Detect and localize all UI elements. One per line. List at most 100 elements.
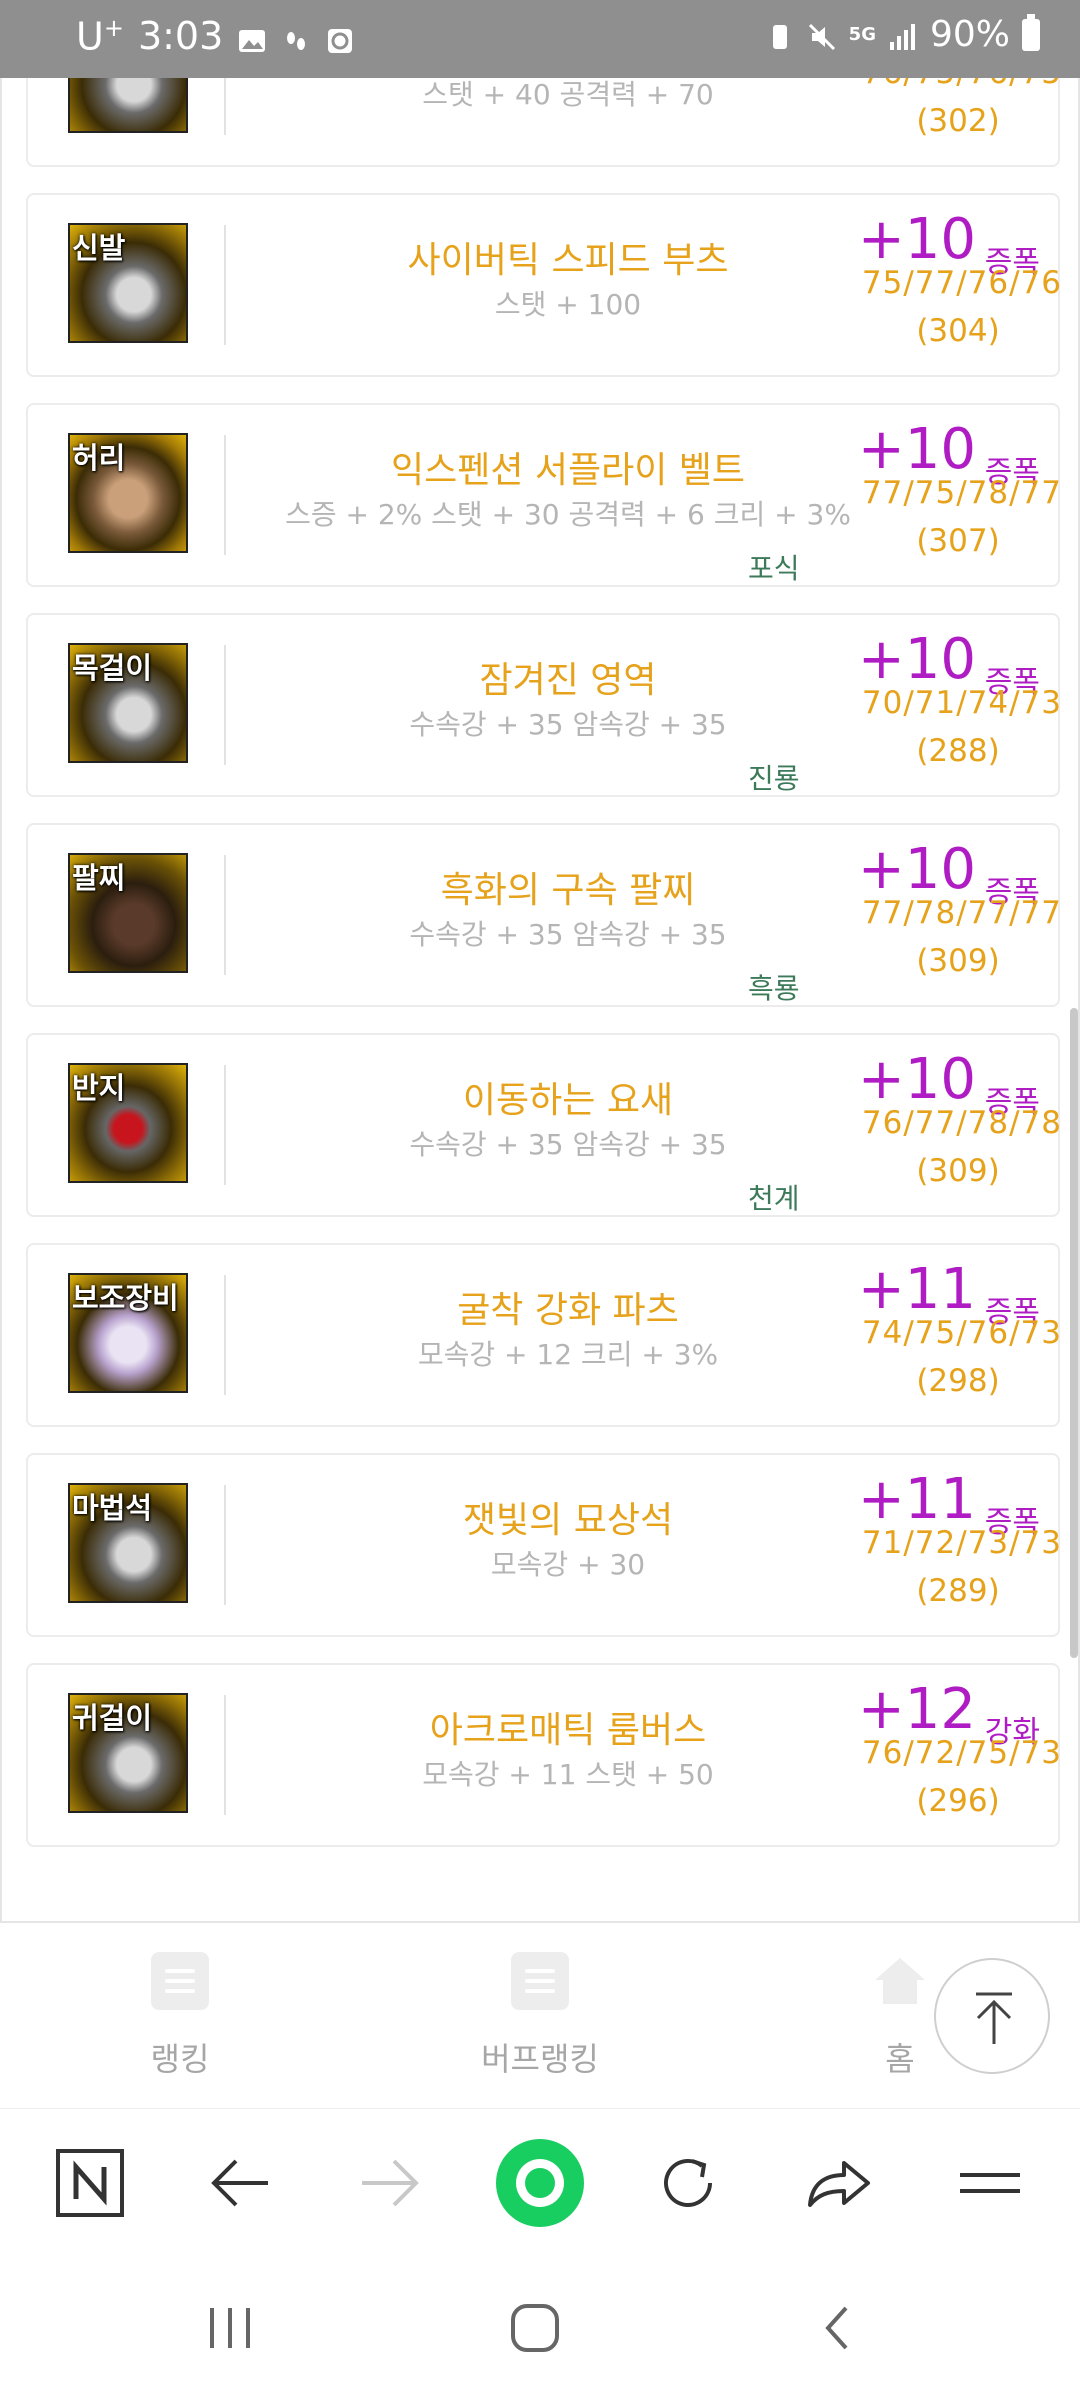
mute-icon xyxy=(807,20,837,50)
slot-label: 보조장비 xyxy=(72,1281,179,1315)
item-sub-label: 흑룡 xyxy=(748,972,800,1005)
item-stats: 스증 + 2% 스탯 + 30 공격력 + 6 크리 + 3% xyxy=(285,498,851,531)
divider xyxy=(224,225,226,345)
item-total: (289) xyxy=(916,1573,1000,1609)
item-name[interactable]: 익스펜션 서플라이 벨트 xyxy=(228,441,908,493)
divider xyxy=(224,435,226,555)
item-sub-label: 포식 xyxy=(748,552,800,585)
item-status-values: 76/77/78/78 xyxy=(861,1105,1062,1141)
alarm-icon xyxy=(325,21,355,54)
item-level: +10 xyxy=(857,417,976,482)
item-level: +10 xyxy=(857,837,976,902)
item-thumbnail: 목걸이 xyxy=(68,643,188,763)
item-level: +10 xyxy=(857,207,976,272)
item-status-values: 71/72/73/73 xyxy=(861,1525,1062,1561)
divider xyxy=(224,78,226,135)
item-total: (302) xyxy=(916,103,1000,139)
item-thumbnail: 보조장비 xyxy=(68,1273,188,1393)
item-stats: 모속강 + 12 크리 + 3% xyxy=(417,1338,719,1371)
item-total: (296) xyxy=(916,1783,1000,1819)
network-type: 5G xyxy=(848,24,876,45)
home-button[interactable] xyxy=(505,2298,565,2362)
share-icon[interactable] xyxy=(798,2143,878,2223)
item-level: +10 xyxy=(857,1047,976,1112)
signal-icon xyxy=(888,20,918,50)
item-thumbnail: 반지 xyxy=(68,1063,188,1183)
item-name[interactable]: 굴착 강화 파츠 xyxy=(228,1281,908,1333)
equipment-card[interactable]: 하의로보티카 컴뱃 팬츠스탯 + 40 공격력 + 70+10증폭76/75/7… xyxy=(26,78,1062,167)
item-stats: 모속강 + 30 xyxy=(490,1548,646,1581)
back-button[interactable] xyxy=(808,2298,868,2362)
item-thumbnail: 마법석 xyxy=(68,1483,188,1603)
item-total: (304) xyxy=(916,313,1000,349)
item-status-values: 74/75/76/73 xyxy=(861,1315,1062,1351)
carrier-label: U+ xyxy=(76,14,124,59)
slot-label: 신발 xyxy=(72,231,126,265)
item-status-values: 76/72/75/73 xyxy=(861,1735,1062,1771)
item-name[interactable]: 흑화의 구속 팔찌 xyxy=(228,861,908,913)
item-stats: 스탯 + 40 공격력 + 70 xyxy=(422,78,714,111)
recycle-icon xyxy=(765,20,795,50)
recent-apps-icon xyxy=(210,2308,250,2348)
item-status-values: 70/71/74/73 xyxy=(861,685,1062,721)
equipment-card[interactable]: 목걸이 잠겨진 영역 수속강 + 35 암속강 + 35 진룡 +10 증폭 70/71/7… xyxy=(26,613,1062,797)
divider xyxy=(224,1485,226,1605)
item-thumbnail: 신발 xyxy=(68,223,188,343)
back-arrow-icon[interactable] xyxy=(200,2143,280,2223)
item-name[interactable]: 잿빛의 묘상석 xyxy=(228,1491,908,1543)
hamburger-menu-icon[interactable] xyxy=(950,2143,1030,2223)
site-bottom-nav: 랭킹 버프랭킹 홈 xyxy=(0,1928,1080,2108)
divider xyxy=(224,645,226,765)
browser-toolbar xyxy=(0,2108,1080,2259)
reload-icon[interactable] xyxy=(648,2143,728,2223)
list-icon xyxy=(151,1952,209,2010)
battery-percent: 90% xyxy=(929,14,1010,55)
item-name[interactable]: 잠겨진 영역 xyxy=(228,651,908,703)
item-status-values: 75/77/76/76 xyxy=(861,265,1062,301)
divider xyxy=(224,1695,226,1815)
naver-n-icon[interactable] xyxy=(50,2143,130,2223)
equipment-card[interactable]: 반지 이동하는 요새 수속강 + 35 암속강 + 35 천계 +10 증폭 76/77/7… xyxy=(26,1033,1062,1217)
equipment-list[interactable]: 하의로보티카 컴뱃 팬츠스탯 + 40 공격력 + 70+10증폭76/75/7… xyxy=(0,78,1080,1928)
nav-ranking-label: 랭킹 xyxy=(150,2040,210,2078)
item-stats: 수속강 + 35 암속강 + 35 xyxy=(409,708,727,741)
slot-label: 목걸이 xyxy=(72,651,153,685)
nav-buff-ranking-label: 버프랭킹 xyxy=(481,2040,599,2078)
back-chevron-icon xyxy=(825,2306,848,2350)
item-total: (309) xyxy=(916,943,1000,979)
equipment-card[interactable]: 마법석 잿빛의 묘상석 모속강 + 30 +11 증폭 71/72/73/73 (289) xyxy=(26,1453,1062,1637)
equipment-card[interactable]: 보조장비 굴착 강화 파츠 모속강 + 12 크리 + 3% +11 증폭 74/75/7… xyxy=(26,1243,1062,1427)
item-level: +10 xyxy=(857,627,976,692)
scrollbar[interactable] xyxy=(1070,1008,1078,1658)
item-status-values: 76/75/76/75 xyxy=(862,78,1062,91)
equipment-card[interactable]: 허리 익스펜션 서플라이 벨트 스증 + 2% 스탯 + 30 공격력 + 6 크리… xyxy=(26,403,1061,587)
home-icon xyxy=(871,1952,929,2010)
nav-buff-ranking[interactable]: 버프랭킹 xyxy=(440,1952,640,2080)
item-name[interactable]: 사이버틱 스피드 부츠 xyxy=(228,231,908,283)
item-sub-label: 천계 xyxy=(748,1182,800,1215)
item-status-values: 77/78/77/77 xyxy=(861,895,1062,931)
item-stats: 모속강 + 11 스탯 + 50 xyxy=(422,1758,714,1791)
forward-arrow-icon[interactable] xyxy=(350,2143,430,2223)
item-level: +11 xyxy=(857,1257,976,1322)
item-name[interactable]: 아크로매틱 룸버스 xyxy=(228,1701,908,1753)
clock: 3:03 xyxy=(137,14,224,59)
steps-icon xyxy=(281,21,311,51)
system-nav-bar xyxy=(0,2258,1080,2400)
equipment-card[interactable]: 귀걸이 아크로매틱 룸버스 모속강 + 11 스탯 + 50 +12 강화 76/72/7… xyxy=(26,1663,1062,1847)
item-total: (298) xyxy=(916,1363,1000,1399)
item-level: +11 xyxy=(857,1467,976,1532)
nav-ranking[interactable]: 랭킹 xyxy=(80,1952,280,2080)
divider xyxy=(224,1275,226,1395)
green-circle-icon[interactable] xyxy=(496,2139,584,2227)
item-stats: 수속강 + 35 암속강 + 35 xyxy=(409,1128,727,1161)
recent-apps-button[interactable] xyxy=(200,2298,260,2362)
item-stats: 스탯 + 100 xyxy=(494,288,642,321)
scroll-to-top-button[interactable] xyxy=(934,1958,1050,2074)
gallery-icon xyxy=(237,21,267,53)
item-name[interactable]: 이동하는 요새 xyxy=(228,1071,908,1123)
slot-label: 마법석 xyxy=(72,1491,153,1525)
equipment-card[interactable]: 신발 사이버틱 스피드 부츠 스탯 + 100 +10 증폭 75/77/76/76 (30… xyxy=(26,193,1062,377)
equipment-card[interactable]: 팔찌 흑화의 구속 팔찌 수속강 + 35 암속강 + 35 흑룡 +10 증폭 77/78… xyxy=(26,823,1062,1007)
list-icon xyxy=(511,1952,569,2010)
